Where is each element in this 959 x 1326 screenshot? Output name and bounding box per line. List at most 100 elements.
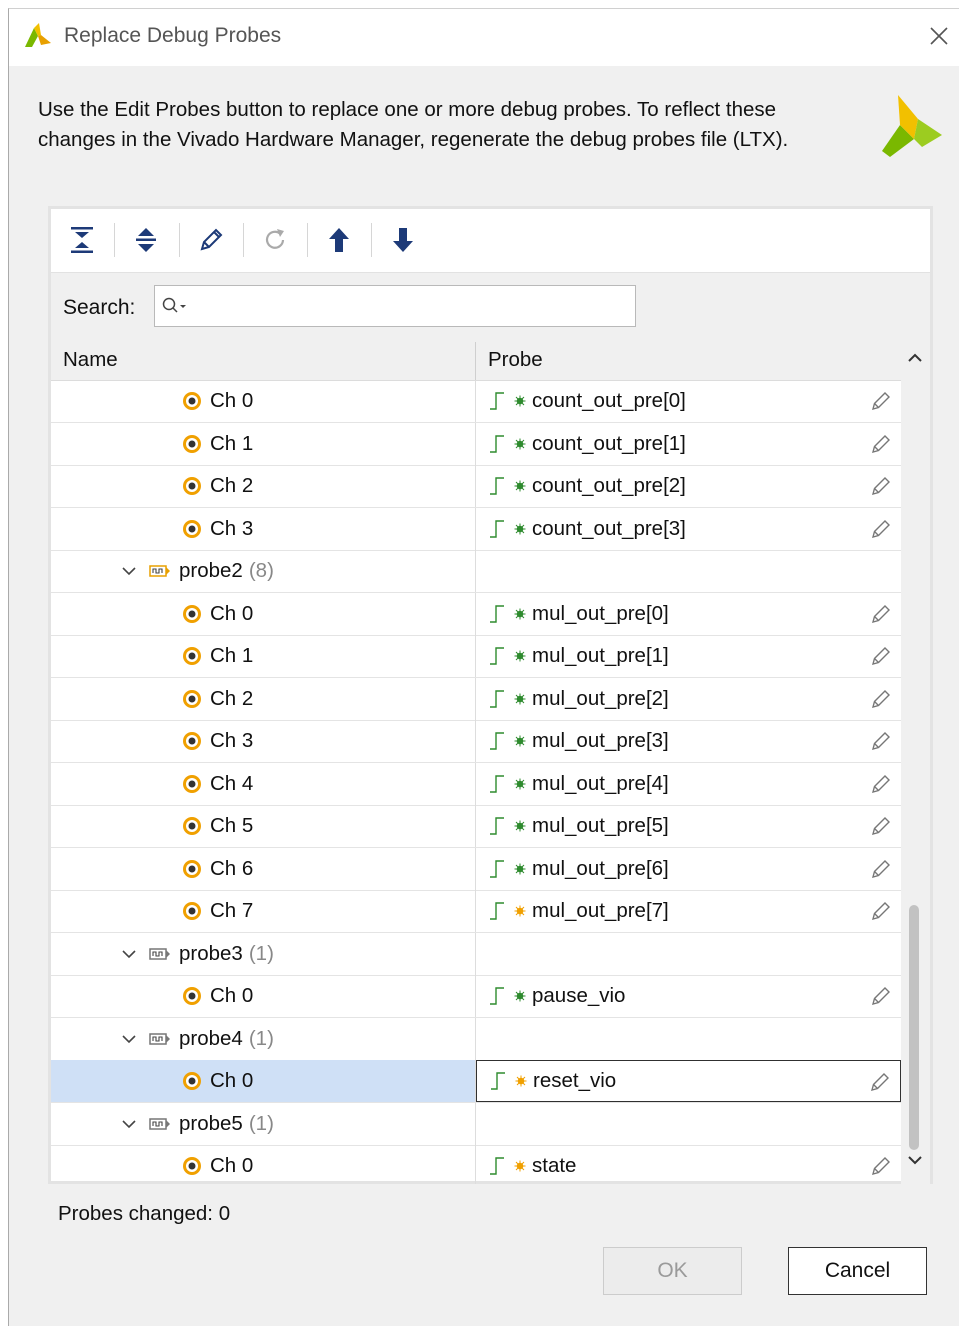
edit-probe-icon[interactable] <box>869 772 893 796</box>
probe-cell-empty <box>476 1018 901 1060</box>
tree-group-row[interactable]: probe2 (8) <box>51 550 901 593</box>
channel-cell: Ch 2 <box>182 678 253 720</box>
probe-cell[interactable]: reset_vio <box>476 1060 901 1102</box>
table-row[interactable]: Ch 4 mul_out_pre[4] <box>51 762 901 806</box>
edit-probe-icon[interactable] <box>869 857 893 881</box>
edit-probe-icon[interactable] <box>869 729 893 753</box>
chevron-down-icon[interactable] <box>119 1114 139 1134</box>
move-down-button[interactable] <box>384 221 422 259</box>
expand-all-icon <box>136 228 156 252</box>
table-row[interactable]: Ch 0 mul_out_pre[0] <box>51 592 901 636</box>
chevron-down-icon[interactable] <box>119 1029 139 1049</box>
table-row[interactable]: Ch 2 count_out_pre[2] <box>51 465 901 508</box>
probe-signal-name: mul_out_pre[1] <box>532 644 669 667</box>
table-row[interactable]: Ch 0 pause_vio <box>51 975 901 1018</box>
channel-name: Ch 2 <box>210 474 254 497</box>
table-row[interactable]: Ch 2 mul_out_pre[2] <box>51 677 901 721</box>
expand-all-button[interactable] <box>127 221 165 259</box>
probe-tree: Ch 0 count_out_pre[0] Ch 1 count_out_pre[1]… <box>51 380 901 1184</box>
edit-probe-icon[interactable] <box>869 474 893 498</box>
refresh-button[interactable] <box>256 221 294 259</box>
scroll-down-icon[interactable] <box>907 1154 923 1166</box>
probe-cell[interactable]: mul_out_pre[5] <box>476 805 901 847</box>
table-row[interactable]: Ch 1 mul_out_pre[1] <box>51 635 901 678</box>
probe-cell[interactable]: pause_vio <box>476 975 901 1017</box>
probe-cell[interactable]: mul_out_pre[3] <box>476 720 901 762</box>
channel-name: Ch 3 <box>210 516 254 540</box>
probe-cell[interactable]: mul_out_pre[4] <box>476 763 901 805</box>
search-input[interactable] <box>154 285 636 327</box>
search-label: Search: <box>63 296 136 319</box>
edit-probes-button[interactable] <box>192 221 230 259</box>
channel-cell: Ch 0 <box>182 380 253 422</box>
probe-signal-name: state <box>532 1154 577 1177</box>
status-green-icon <box>514 395 526 407</box>
ok-button[interactable]: OK <box>603 1247 742 1295</box>
channel-name: Ch 7 <box>210 899 254 922</box>
vertical-scrollbar[interactable] <box>901 342 930 1184</box>
toolbar-separator <box>371 223 372 257</box>
signal-wave-icon <box>490 604 504 623</box>
probe-cell[interactable]: mul_out_pre[1] <box>476 635 901 677</box>
signal-wave-icon <box>490 1157 504 1175</box>
table-header: Name Probe <box>51 342 901 381</box>
probe-group-name: probe5 <box>179 1111 243 1135</box>
close-button[interactable] <box>924 21 954 51</box>
probe-cell[interactable]: count_out_pre[3] <box>476 508 901 550</box>
channel-radio-icon <box>183 987 201 1005</box>
probe-cell[interactable]: mul_out_pre[6] <box>476 848 901 890</box>
probe-cell[interactable]: count_out_pre[2] <box>476 465 901 507</box>
channel-cell: Ch 1 <box>182 423 253 465</box>
chevron-down-icon[interactable] <box>119 561 139 581</box>
scroll-up-icon[interactable] <box>907 352 923 364</box>
channel-radio-icon <box>183 902 201 920</box>
probe-signal-name: mul_out_pre[7] <box>532 899 669 922</box>
collapse-all-button[interactable] <box>63 221 101 259</box>
toolbar-separator <box>179 223 180 257</box>
table-row[interactable]: Ch 0 count_out_pre[0] <box>51 380 901 423</box>
signal-wave-icon <box>490 987 504 1005</box>
table-row[interactable]: Ch 7 mul_out_pre[7] <box>51 890 901 933</box>
edit-probe-icon[interactable] <box>869 814 893 838</box>
probe-cell[interactable]: state <box>476 1145 901 1184</box>
edit-probe-icon[interactable] <box>869 517 893 541</box>
channel-radio-icon <box>183 859 201 878</box>
status-green-icon <box>514 820 526 832</box>
probe-cell[interactable]: mul_out_pre[7] <box>476 890 901 932</box>
edit-probe-icon[interactable] <box>869 602 893 626</box>
table-row[interactable]: Ch 6 mul_out_pre[6] <box>51 847 901 891</box>
status-green-icon <box>514 863 526 874</box>
title-bar: Replace Debug Probes <box>9 9 959 66</box>
edit-probe-icon[interactable] <box>869 984 893 1008</box>
table-row[interactable]: Ch 3 mul_out_pre[3] <box>51 720 901 763</box>
scrollbar-thumb[interactable] <box>909 905 919 1150</box>
column-header-probe[interactable]: Probe <box>488 348 543 372</box>
probes-changed-status: Probes changed: 0 <box>58 1202 231 1225</box>
move-up-button[interactable] <box>320 221 358 259</box>
edit-probe-icon[interactable] <box>869 899 893 923</box>
tree-group-row[interactable]: probe3 (1) <box>51 932 901 976</box>
chevron-down-icon[interactable] <box>119 944 139 964</box>
table-row[interactable]: Ch 5 mul_out_pre[5] <box>51 805 901 848</box>
edit-probe-icon[interactable] <box>869 1154 893 1178</box>
table-row[interactable]: Ch 3 count_out_pre[3] <box>51 507 901 551</box>
edit-probe-icon[interactable] <box>869 432 893 456</box>
edit-probe-icon[interactable] <box>869 644 893 668</box>
probe-cell[interactable]: count_out_pre[1] <box>476 423 901 465</box>
column-header-name[interactable]: Name <box>63 348 118 372</box>
edit-probe-icon[interactable] <box>868 1070 892 1094</box>
probe-cell[interactable]: mul_out_pre[0] <box>476 593 901 635</box>
edit-probe-icon[interactable] <box>869 389 893 413</box>
probe-cell[interactable]: mul_out_pre[2] <box>476 678 901 720</box>
cancel-button[interactable]: Cancel <box>788 1247 927 1295</box>
collapse-all-icon <box>71 227 93 253</box>
edit-probe-icon[interactable] <box>869 687 893 711</box>
probe-cell[interactable]: count_out_pre[0] <box>476 380 901 422</box>
status-green-icon <box>514 438 526 449</box>
tree-group-row[interactable]: probe4 (1) <box>51 1017 901 1061</box>
status-orange-icon <box>515 1075 527 1087</box>
table-row[interactable]: Ch 0 state <box>51 1145 901 1184</box>
table-row[interactable]: Ch 0 reset_vio <box>51 1060 901 1103</box>
table-row[interactable]: Ch 1 count_out_pre[1] <box>51 422 901 466</box>
tree-group-row[interactable]: probe5 (1) <box>51 1102 901 1146</box>
